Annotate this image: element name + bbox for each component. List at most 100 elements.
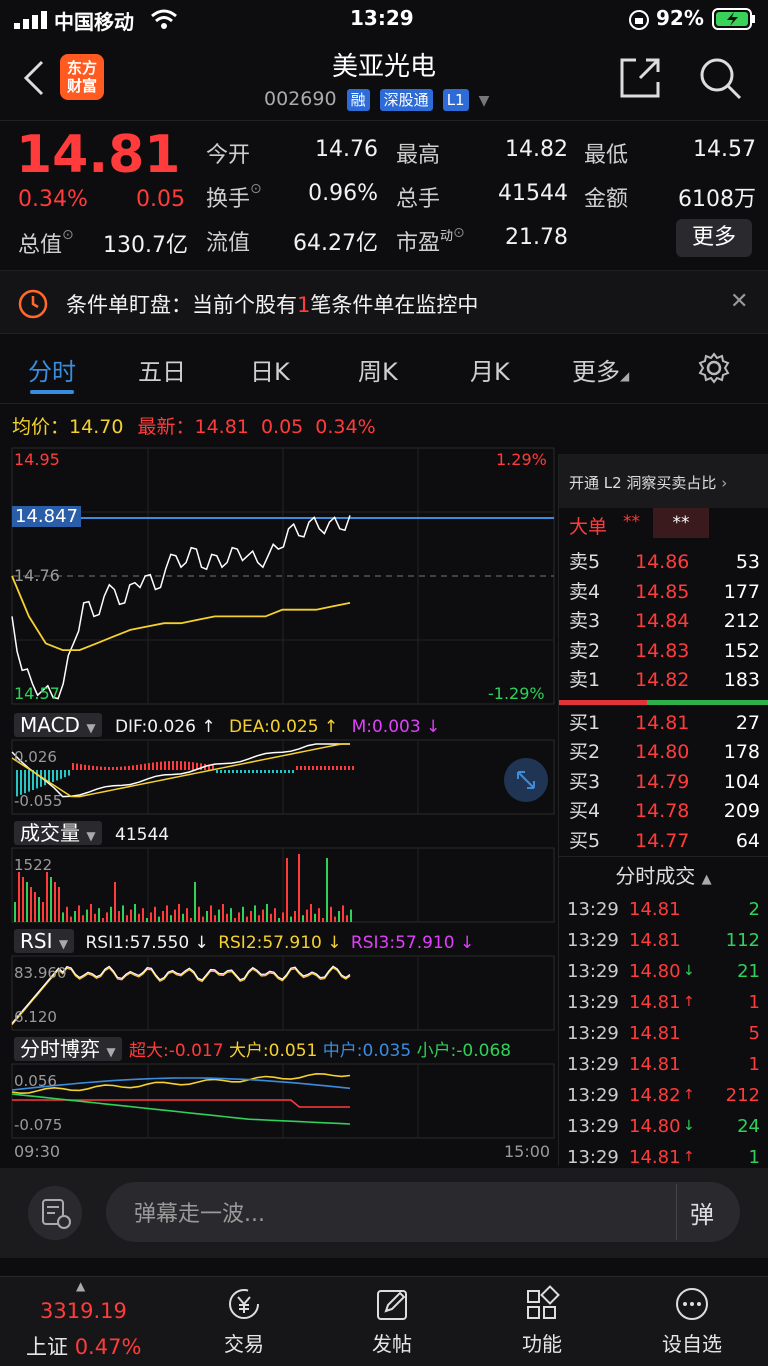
battery-icon [712, 8, 756, 35]
tab-daily-k[interactable]: 日K [250, 352, 290, 387]
tab-monthly-k[interactable]: 月K [470, 352, 510, 387]
volume-bar [210, 905, 212, 922]
trade-row: 13:29 14.82 ↑ 212 [567, 1085, 760, 1106]
volume-selector[interactable]: 成交量 ▼ [14, 821, 102, 845]
danmu-input[interactable]: 弹幕走一波... 弹 [106, 1182, 740, 1242]
post-tab[interactable]: 发帖 [344, 1285, 440, 1357]
turnover-value: 0.96% [308, 181, 378, 206]
volume-bar [150, 912, 152, 922]
share-icon[interactable] [618, 56, 662, 104]
macd-bar [180, 761, 182, 770]
volume-bar [194, 882, 196, 922]
macd-bar [64, 770, 66, 778]
volume-bar [290, 916, 292, 922]
macd-bar [308, 766, 310, 770]
avg-price-line [11, 575, 351, 652]
volume-bar [34, 892, 36, 922]
dea-line [11, 743, 350, 798]
close-icon[interactable]: ✕ [730, 289, 748, 314]
l2-banner[interactable]: 开通 L2 洞察买卖占比 › [559, 454, 768, 508]
volume-bar [186, 908, 188, 922]
tab-more[interactable]: 更多◢ [572, 352, 629, 387]
buy-sell-ratio-bar [559, 699, 768, 705]
bid-row[interactable]: 买4 14.78 209 [559, 797, 768, 827]
chart-tabs: 分时 五日 日K 周K 月K 更多◢ [0, 334, 768, 404]
bid-row[interactable]: 买5 14.77 64 [559, 827, 768, 857]
volume-bar [102, 918, 104, 922]
macd-bar [220, 770, 222, 773]
bid-row[interactable]: 买2 14.80 178 [559, 738, 768, 768]
condition-order-notice[interactable]: 条件单盯盘：当前个股有1笔条件单在监控中 ✕ [0, 270, 768, 334]
ask-row[interactable]: 卖4 14.85 177 [559, 578, 768, 608]
macd-bar [312, 766, 314, 770]
info-icon[interactable]: ⊙ [453, 225, 465, 241]
pe-value: 21.78 [505, 225, 568, 250]
volume-bar [58, 887, 60, 922]
volume-bar [270, 913, 272, 922]
volume-bar [170, 915, 172, 922]
index-value[interactable]: 3319.19 [40, 1299, 127, 1323]
high-label: 最高 [396, 143, 441, 168]
tag-level: L1 [442, 89, 469, 111]
volume-bar [118, 911, 120, 922]
macd-bar [112, 766, 114, 770]
macd-header: MACD ▼ DIF:0.026 ↑ DEA:0.025 ↑ M:0.003 ↓ [14, 712, 440, 741]
volume-bar [74, 911, 76, 922]
trade-row: 13:29 14.81 ↑ 1 [567, 992, 760, 1013]
tab-intraday[interactable]: 分时 [28, 352, 76, 387]
macd-bar [152, 762, 154, 770]
function-tab[interactable]: 功能 [494, 1285, 590, 1357]
macd-selector[interactable]: MACD ▼ [14, 713, 102, 737]
macd-bar [120, 766, 122, 770]
stock-code: 002690 [264, 88, 337, 110]
volume-bar [162, 911, 164, 922]
ask-row[interactable]: 卖2 14.83 152 [559, 637, 768, 667]
volume-bar [274, 908, 276, 922]
danmu-send-button[interactable]: 弹 [690, 1195, 714, 1230]
float-value: 64.27亿 [293, 231, 378, 256]
settings-gear-icon[interactable] [698, 352, 730, 388]
volume-bar [90, 904, 92, 922]
trades-title[interactable]: 分时成交 ▲ [559, 856, 768, 894]
rsi-selector[interactable]: RSI ▼ [14, 929, 75, 953]
turnover-label: 换手⊙ [206, 181, 262, 212]
pe-label: 市盈动⊙ [396, 225, 465, 256]
macd-bar [280, 770, 282, 773]
volume-bar [346, 915, 348, 922]
bid-row[interactable]: 买1 14.81 27 [559, 709, 768, 739]
macd-bar [296, 766, 298, 770]
danmu-toggle-icon[interactable] [28, 1186, 82, 1240]
macd-bar [144, 763, 146, 770]
macd-bar [24, 770, 26, 794]
macd-bar [328, 766, 330, 770]
trade-row: 13:29 14.80 ↓ 21 [567, 961, 760, 982]
macd-bar [200, 763, 202, 770]
volume-bar [38, 897, 40, 922]
tab-weekly-k[interactable]: 周K [358, 352, 398, 387]
ask-row[interactable]: 卖1 14.82 183 [559, 666, 768, 696]
index-row[interactable]: 上证 0.47% [26, 1331, 141, 1361]
more-button[interactable]: 更多 [676, 219, 752, 257]
macd-axis-bottom: -0.055 [14, 792, 63, 810]
volume-bar [82, 915, 84, 922]
trade-row: 13:29 14.81 5 [567, 1023, 760, 1044]
ask-row[interactable]: 卖5 14.86 53 [559, 548, 768, 578]
volume-bar [14, 902, 16, 922]
ask-row[interactable]: 卖3 14.84 212 [559, 607, 768, 637]
info-icon[interactable]: ⊙ [250, 181, 262, 197]
game-selector[interactable]: 分时博弈 ▼ [14, 1037, 122, 1061]
info-icon[interactable]: ⊙ [62, 227, 74, 243]
trade-tab[interactable]: 交易 [196, 1285, 292, 1357]
volume-axis-max: 1522 [14, 856, 53, 874]
add-watchlist-tab[interactable]: 设自选 [644, 1285, 740, 1357]
search-icon[interactable] [698, 56, 742, 104]
macd-bar [300, 766, 302, 770]
bid-row[interactable]: 买3 14.79 104 [559, 768, 768, 798]
macd-bar [304, 766, 306, 770]
expand-icon[interactable] [504, 758, 548, 802]
tab-5day[interactable]: 五日 [138, 352, 186, 387]
macd-bar [316, 766, 318, 770]
chevron-down-icon[interactable]: ▼ [479, 93, 490, 109]
macd-bar [288, 770, 290, 773]
macd-bar [184, 761, 186, 770]
